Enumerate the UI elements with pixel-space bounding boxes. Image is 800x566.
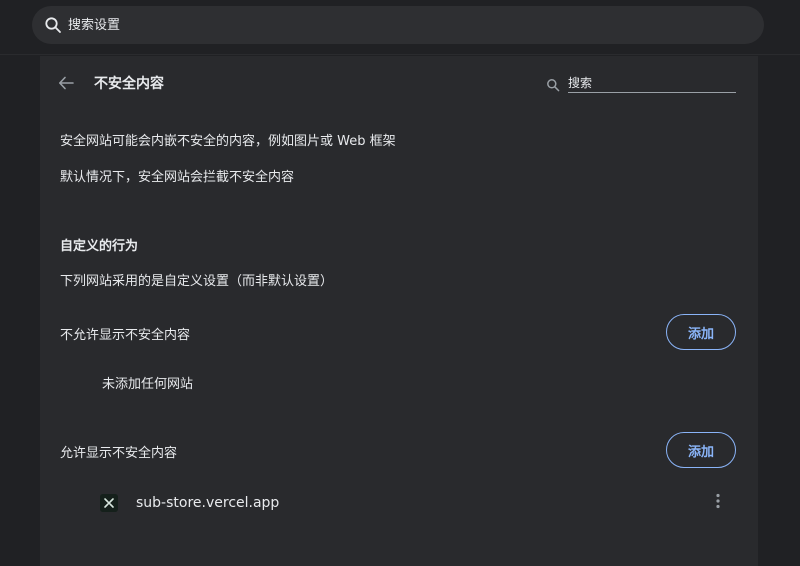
allowed-section-title: 允许显示不安全内容	[60, 446, 178, 461]
description-line-1: 安全网站可能会内嵌不安全的内容，例如图片或 Web 框架	[60, 134, 396, 149]
site-favicon-icon	[100, 494, 118, 512]
insecure-content-panel: 不安全内容 安全网站可能会内嵌不安全的内容，例如图片或 Web 框架 默认情况下…	[40, 56, 758, 566]
custom-behavior-subtitle: 下列网站采用的是自定义设置（而非默认设置）	[60, 274, 334, 289]
description-line-2: 默认情况下，安全网站会拦截不安全内容	[60, 170, 295, 185]
settings-search-input[interactable]	[68, 14, 748, 36]
search-icon	[44, 16, 62, 34]
add-blocked-site-button[interactable]: 添加	[666, 314, 736, 350]
blocked-section-title: 不允许显示不安全内容	[60, 328, 191, 343]
add-allowed-site-button[interactable]: 添加	[666, 432, 736, 468]
blocked-empty-message: 未添加任何网站	[102, 377, 194, 392]
arrow-back-icon	[57, 74, 75, 96]
settings-search-box[interactable]	[32, 6, 764, 44]
more-vert-icon	[715, 493, 721, 513]
page-title: 不安全内容	[94, 76, 164, 92]
page-search-input[interactable]	[568, 74, 736, 93]
top-bar	[0, 0, 800, 55]
site-name: sub-store.vercel.app	[136, 495, 280, 511]
page-search-box[interactable]	[546, 74, 736, 94]
site-more-actions-button[interactable]	[706, 491, 730, 515]
custom-behavior-title: 自定义的行为	[60, 239, 139, 254]
back-button[interactable]	[54, 73, 78, 97]
search-icon	[546, 77, 560, 92]
allowed-site-row[interactable]: sub-store.vercel.app	[100, 493, 740, 515]
